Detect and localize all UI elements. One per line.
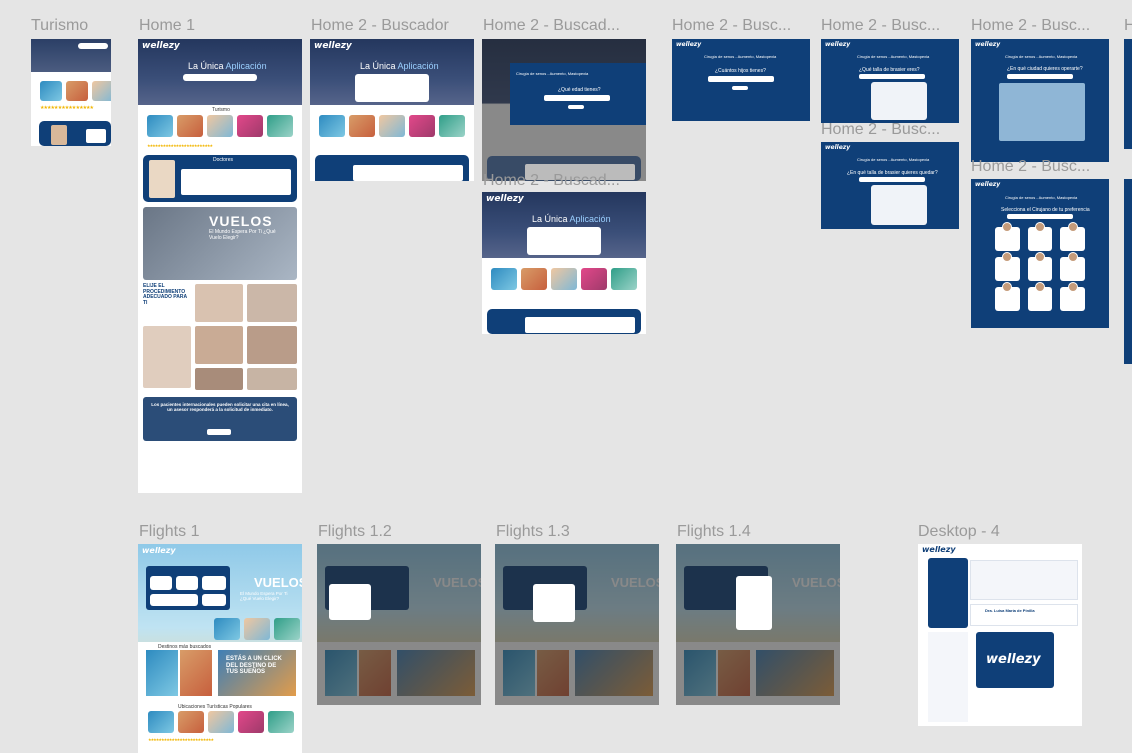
search-dropdown[interactable] — [355, 74, 429, 102]
frame-home2-ciudad[interactable]: wellezy Cirugía de senos - Aumento, Mast… — [971, 39, 1109, 162]
wellezy-logo[interactable]: wellezy — [922, 545, 956, 554]
frame-home2-hijos[interactable]: wellezy Cirugía de senos - Aumento, Mast… — [672, 39, 810, 121]
destino-dropdown[interactable] — [533, 584, 575, 622]
frame-label-turismo[interactable]: Turismo — [31, 17, 88, 35]
frame-label-home2-busc-4[interactable]: Home 2 - Busc... — [821, 121, 940, 139]
frame-cut-right-2[interactable] — [1124, 179, 1132, 364]
frame-turismo[interactable]: ★★★★★ ★★★★★ ★★★★★ — [31, 39, 111, 146]
origen-dropdown[interactable] — [329, 584, 371, 620]
frame-label-desktop4[interactable]: Desktop - 4 — [918, 523, 1000, 541]
frame-flights14[interactable]: VUELOS — [676, 544, 840, 705]
frame-home2-buscador-lower[interactable]: wellezy La Única Aplicación — [482, 192, 646, 334]
frame-label-home2-buscad[interactable]: Home 2 - Buscad... — [483, 17, 638, 35]
doctores-card[interactable]: Doctores — [143, 155, 297, 202]
frame-desktop4[interactable]: wellezy Dra. Luisa María de Pinilla well… — [918, 544, 1082, 726]
frame-label-h-cut[interactable]: H — [1124, 17, 1132, 35]
wellezy-logo[interactable]: wellezy — [486, 194, 524, 204]
frame-home2-edad[interactable]: Cirugía de senos - Aumento, Mastopexia ¿… — [482, 39, 646, 181]
wellezy-logo[interactable]: wellezy — [314, 41, 352, 51]
frame-home1[interactable]: wellezy La Única Aplicación Turismo ★★★★… — [138, 39, 302, 493]
frame-label-flights14[interactable]: Flights 1.4 — [677, 523, 751, 541]
frame-label-home2-busc-3[interactable]: Home 2 - Busc... — [971, 17, 1090, 35]
search-dropdown[interactable] — [527, 227, 601, 255]
vuelos-banner[interactable]: VUELOS El Mundo Espera Por Ti ¿Qué Vuelo… — [143, 207, 297, 280]
flight-search-panel[interactable] — [146, 566, 230, 610]
frame-flights13[interactable]: VUELOS — [495, 544, 659, 705]
hero-title: La Única Aplicación — [188, 61, 267, 71]
wellezy-logo[interactable]: wellezy — [142, 41, 180, 51]
frame-label-home2-buscad-lower[interactable]: Home 2 - Buscad... — [483, 172, 638, 190]
frame-label-home2-busc-5[interactable]: Home 2 - Busc... — [971, 158, 1090, 176]
click-banner[interactable]: ESTÁS A UN CLICK DEL DESTINO DE TUS SUEÑ… — [218, 650, 296, 696]
search-input[interactable] — [183, 74, 257, 81]
frame-home2-talla[interactable]: wellezy Cirugía de senos - Aumento, Mast… — [821, 39, 959, 123]
colombia-map[interactable] — [999, 83, 1085, 141]
frame-flights1[interactable]: wellezy VUELOS El Mundo Espera Por Ti ¿Q… — [138, 544, 302, 753]
frame-home2-cirujano[interactable]: wellezy Cirugía de senos - Aumento, Mast… — [971, 179, 1109, 328]
frame-label-flights13[interactable]: Flights 1.3 — [496, 523, 570, 541]
wellezy-promo-card[interactable]: wellezy — [976, 632, 1054, 688]
frame-label-flights12[interactable]: Flights 1.2 — [318, 523, 392, 541]
frame-home2-talla2[interactable]: wellezy Cirugía de senos - Aumento, Mast… — [821, 142, 959, 229]
frame-home2-buscador[interactable]: wellezy La Única Aplicación — [310, 39, 474, 181]
wellezy-logo[interactable]: wellezy — [142, 546, 176, 555]
internacional-banner[interactable]: Los pacientes internacionales pueden sol… — [143, 397, 297, 441]
frame-label-home2-busc-2[interactable]: Home 2 - Busc... — [821, 17, 940, 35]
frame-flights12[interactable]: VUELOS — [317, 544, 481, 705]
frame-label-home1[interactable]: Home 1 — [139, 17, 195, 35]
frame-cut-right-1[interactable] — [1124, 39, 1132, 149]
frame-label-flights1[interactable]: Flights 1 — [139, 523, 199, 541]
pasajeros-dropdown[interactable] — [736, 576, 772, 630]
frame-label-home2-buscador[interactable]: Home 2 - Buscador — [311, 17, 449, 35]
frame-label-home2-busc-1[interactable]: Home 2 - Busc... — [672, 17, 791, 35]
procedimiento-section: ELIJE EL PROCEDIMIENTO ADECUADO PARA TI — [143, 283, 297, 392]
turismo-section-label: Turismo — [212, 107, 230, 113]
